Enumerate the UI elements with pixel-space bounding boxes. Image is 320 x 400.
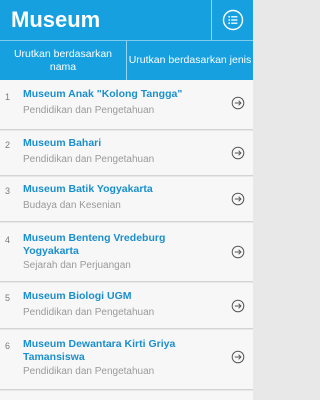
item-category: Pendidikan dan Pengetahuan bbox=[23, 105, 155, 116]
item-index: 3 bbox=[5, 186, 11, 196]
item-category: Pendidikan dan Pengetahuan bbox=[23, 366, 155, 377]
item-name: Museum Biologi UGM bbox=[23, 290, 132, 302]
item-name: Museum Benteng Vredeburg Yogyakarta bbox=[23, 232, 166, 257]
item-index: 4 bbox=[5, 235, 11, 245]
item-name: Museum Anak "Kolong Tangga" bbox=[23, 88, 183, 100]
item-category: Pendidikan dan Pengetahuan bbox=[23, 154, 155, 165]
arrow-right-icon bbox=[231, 192, 245, 206]
sort-by-type-button[interactable]: Urutkan berdasarkan jenis bbox=[127, 41, 253, 80]
sort-bar: Urutkan berdasarkan nama Urutkan berdasa… bbox=[0, 40, 253, 80]
list-item[interactable]: 6 Museum Dewantara Kirti Griya Tamansisw… bbox=[0, 330, 253, 390]
page-title: Museum bbox=[11, 7, 101, 32]
arrow-right-icon bbox=[231, 146, 245, 160]
list-item[interactable]: 5 Museum Biologi UGM Pendidikan dan Peng… bbox=[0, 283, 253, 329]
arrow-right-icon bbox=[231, 245, 245, 259]
item-index: 2 bbox=[5, 140, 11, 150]
item-index: 1 bbox=[5, 92, 11, 102]
item-category: Pendidikan dan Pengetahuan bbox=[23, 307, 155, 318]
item-name: Museum Dewantara Kirti Griya Tamansiswa bbox=[23, 338, 176, 363]
museum-list: 1 Museum Anak "Kolong Tangga" Pendidikan… bbox=[0, 80, 253, 400]
item-name: Museum Batik Yogyakarta bbox=[23, 183, 153, 195]
list-menu-icon bbox=[222, 9, 243, 31]
item-category: Sejarah dan Perjuangan bbox=[23, 260, 131, 271]
list-item[interactable]: 4 Museum Benteng Vredeburg Yogyakarta Se… bbox=[0, 223, 253, 282]
item-name: Museum Bahari bbox=[23, 137, 102, 149]
app-header: Museum bbox=[0, 0, 253, 40]
list-item[interactable] bbox=[0, 391, 253, 400]
list-item[interactable]: 1 Museum Anak "Kolong Tangga" Pendidikan… bbox=[0, 80, 253, 130]
arrow-right-icon bbox=[231, 299, 245, 313]
arrow-right-icon bbox=[231, 96, 245, 110]
item-category: Budaya dan Kesenian bbox=[23, 200, 121, 211]
menu-button[interactable] bbox=[212, 0, 253, 40]
list-item[interactable]: 3 Museum Batik Yogyakarta Budaya dan Kes… bbox=[0, 177, 253, 222]
list-item[interactable]: 2 Museum Bahari Pendidikan dan Pengetahu… bbox=[0, 131, 253, 176]
item-index: 6 bbox=[5, 341, 11, 351]
item-index: 5 bbox=[5, 293, 11, 303]
arrow-right-icon bbox=[231, 350, 245, 364]
sort-by-name-button[interactable]: Urutkan berdasarkan nama bbox=[0, 41, 126, 80]
museum-app: Museum Urutkan berdasarkan nama Urutkan … bbox=[0, 0, 253, 400]
